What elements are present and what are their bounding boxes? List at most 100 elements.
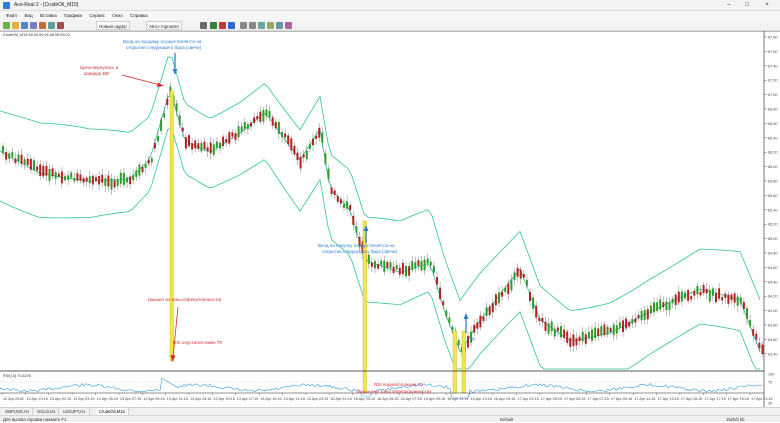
candle-body xyxy=(398,267,401,275)
maximize-icon[interactable]: □ xyxy=(740,1,754,10)
candle-body xyxy=(367,254,370,264)
menu-window[interactable]: Окно xyxy=(112,11,122,20)
candle-body xyxy=(405,266,407,277)
candle-body xyxy=(640,310,643,321)
menu-view[interactable]: Вид xyxy=(24,11,32,20)
candle-body xyxy=(423,259,426,271)
candle-body xyxy=(327,168,330,179)
zoom-out-icon[interactable] xyxy=(249,22,256,29)
price-tick-label: 65.00 xyxy=(768,237,778,241)
candle-body xyxy=(54,172,57,179)
new-chart-icon[interactable] xyxy=(3,22,10,29)
candle-body xyxy=(541,317,544,322)
candle-body xyxy=(209,142,212,154)
candle-body xyxy=(519,269,522,279)
candle-body xyxy=(488,306,491,315)
menu-charts[interactable]: Графики xyxy=(64,11,82,20)
candle-body xyxy=(243,122,246,130)
open-folder-icon[interactable] xyxy=(12,22,19,29)
new-order-button[interactable]: Новый ордер xyxy=(96,21,130,30)
time-tick-label: 13 Apr 19:15 xyxy=(260,397,282,401)
price-returned-arrowhead-icon xyxy=(157,82,164,87)
candle-body xyxy=(339,199,342,204)
time-tick-label: 17 Apr 03:15 xyxy=(541,397,563,401)
candle-body xyxy=(60,171,63,184)
indicators-icon[interactable] xyxy=(285,22,292,29)
candle-body xyxy=(733,293,736,303)
candle-body xyxy=(739,297,742,304)
candle-body xyxy=(634,318,637,323)
price-tick-label: 67.00 xyxy=(768,93,778,97)
menu-help[interactable]: Справка xyxy=(130,11,148,20)
candle-body xyxy=(160,119,163,131)
candle-body xyxy=(485,307,488,316)
candle-body xyxy=(448,317,451,324)
bar-chart-icon[interactable] xyxy=(210,22,217,29)
time-tick-label: 17 Apr 11:15 xyxy=(634,397,655,401)
candle-body xyxy=(374,261,376,269)
candle-body xyxy=(157,136,159,142)
price-tick-label: 66.80 xyxy=(768,108,778,112)
candle-body xyxy=(600,326,603,336)
minimize-icon[interactable]: – xyxy=(722,1,736,10)
tester-icon[interactable] xyxy=(57,22,64,29)
candle-body xyxy=(622,320,624,332)
candle-body xyxy=(76,173,79,181)
autoscroll-icon[interactable] xyxy=(267,22,274,29)
profiles-icon[interactable] xyxy=(21,22,28,29)
candle-body xyxy=(687,290,690,301)
candle-body xyxy=(150,158,153,163)
candle-body xyxy=(284,133,287,138)
candle-body xyxy=(17,154,20,162)
autotrade-button[interactable]: Авто-торговля xyxy=(146,21,182,30)
candle-body xyxy=(231,132,234,137)
menu-file[interactable]: Файл xyxy=(6,11,17,20)
candle-body xyxy=(70,172,73,178)
period-icon[interactable] xyxy=(200,22,207,29)
candle-body xyxy=(618,322,621,328)
price-tick-label: 65.60 xyxy=(768,194,778,198)
close-icon[interactable]: × xyxy=(760,1,774,10)
candle-body xyxy=(200,142,203,152)
candle-body xyxy=(277,122,280,134)
candle-body xyxy=(212,144,215,155)
candle-body xyxy=(29,158,32,170)
tile-windows-icon[interactable] xyxy=(258,22,265,29)
candle-body xyxy=(420,260,423,271)
market-watch-icon[interactable] xyxy=(30,22,37,29)
candles-icon[interactable] xyxy=(219,22,226,29)
navigator-icon[interactable] xyxy=(39,22,46,29)
menu-insert[interactable]: Вставка xyxy=(40,11,57,20)
zoom-in-icon[interactable] xyxy=(240,22,247,29)
candle-body xyxy=(312,138,314,146)
candle-body xyxy=(36,166,39,171)
price-tick-label: 65.20 xyxy=(768,223,778,227)
signal-highlight-bar xyxy=(169,90,174,362)
candle-body xyxy=(690,296,693,300)
candle-body xyxy=(646,309,649,320)
menu-tools[interactable]: Сервис xyxy=(89,11,104,20)
candle-body xyxy=(417,260,420,266)
line-chart-icon[interactable] xyxy=(228,22,235,29)
candle-body xyxy=(178,115,181,126)
app-icon xyxy=(3,2,10,9)
price-chart[interactable]: 67.80 67.60 67.40 67.20 67.00 66.80 66.60 66.40… xyxy=(0,31,780,407)
price-tick-label: 67.20 xyxy=(768,79,778,83)
candle-body xyxy=(699,291,702,296)
candle-body xyxy=(141,166,144,173)
middle-band-line xyxy=(0,96,761,353)
time-tick-label: 17 Apr 21:15 xyxy=(751,397,773,401)
time-tick-label: 13 Apr 13:15 xyxy=(190,397,212,401)
title-bar: Ace-Real 2 - [CrudeOil_M15] – □ × xyxy=(0,0,780,11)
candle-body xyxy=(606,326,609,335)
candle-body xyxy=(166,98,169,105)
time-tick-label: 13 Apr 21:15 xyxy=(284,397,306,401)
candle-body xyxy=(513,272,516,281)
chart-shift-icon[interactable] xyxy=(276,22,283,29)
price-tick-label: 66.40 xyxy=(768,136,778,140)
terminal-icon[interactable] xyxy=(48,22,55,29)
time-tick-label: 13 Apr 17:15 xyxy=(237,397,259,401)
candle-body xyxy=(20,154,23,164)
candle-body xyxy=(677,291,680,303)
candle-body xyxy=(308,144,311,149)
